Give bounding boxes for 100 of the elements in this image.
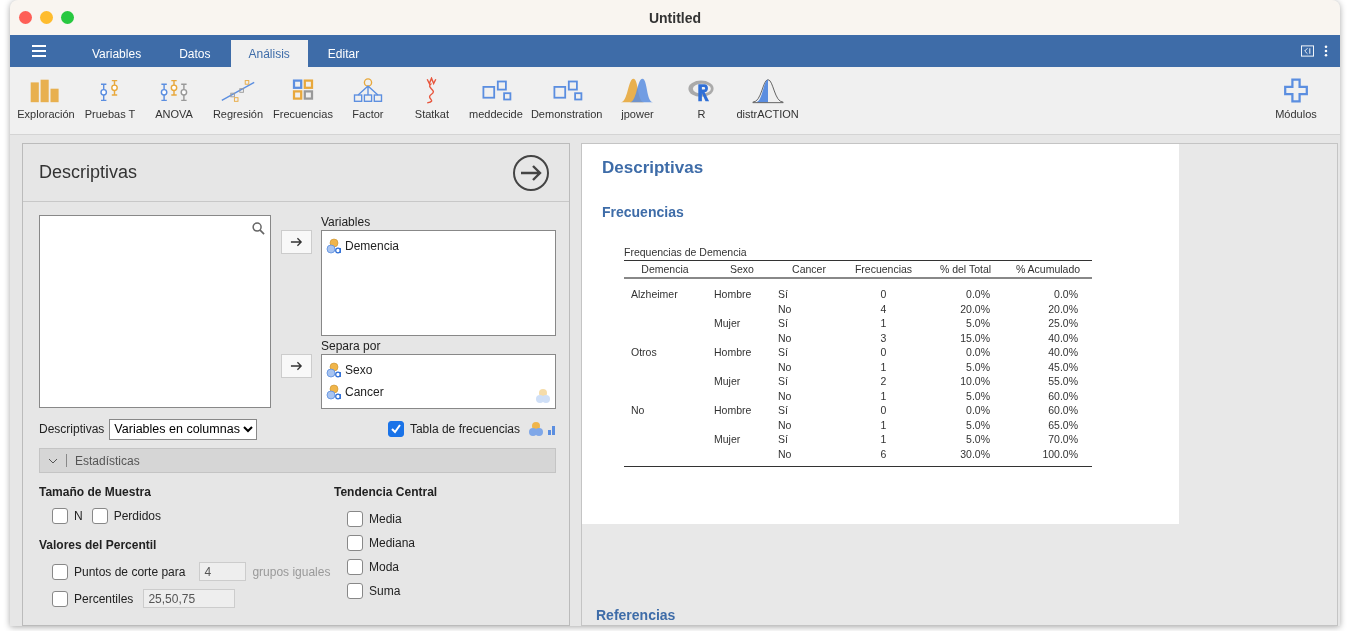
table-cell: 5.0%: [966, 418, 990, 431]
table-cell: 1: [880, 418, 887, 431]
checkbox[interactable]: [347, 559, 363, 575]
table-cell: 2: [880, 375, 887, 388]
variables-icon: [528, 421, 544, 437]
toolbar-button[interactable]: Factor: [335, 77, 400, 120]
table-cell: 0: [880, 404, 887, 417]
table-cell: 25.0%: [1048, 317, 1078, 330]
table-cell: 5.0%: [966, 389, 990, 402]
checkbox-label: Suma: [369, 584, 401, 598]
table-cell: No: [778, 360, 792, 373]
checkbox[interactable]: [347, 535, 363, 551]
modules-button[interactable]: Módulos: [1264, 77, 1328, 120]
chevron-icon: [48, 457, 58, 464]
table-cell: 0: [880, 346, 887, 359]
split-by-list[interactable]: Sexo Cancer: [321, 354, 556, 409]
checkbox-label: N: [74, 509, 83, 523]
toolbar-button[interactable]: Demonstration: [527, 77, 606, 120]
table-cell: 60.0%: [1048, 389, 1078, 402]
table-cell: No: [778, 447, 792, 460]
layout-dropdown[interactable]: Variables en columnas: [109, 418, 258, 440]
toolbar-button[interactable]: Frecuencias: [270, 77, 336, 120]
tab[interactable]: Datos: [161, 40, 229, 67]
variables-icon: [535, 388, 551, 404]
column-header: Sexo: [706, 260, 778, 278]
table-cell: Sí: [778, 317, 788, 330]
toolbar-button[interactable]: Pruebas T: [78, 77, 142, 120]
table-cell: No: [631, 404, 645, 417]
table-cell: Mujer: [714, 375, 741, 388]
table-cell: 20.0%: [960, 302, 990, 315]
more-icon[interactable]: [1324, 45, 1328, 57]
table-cell: No: [778, 302, 792, 315]
table-cell: 45.0%: [1048, 360, 1078, 373]
menu-icon[interactable]: [32, 45, 46, 57]
table-cell: 5.0%: [966, 317, 990, 330]
variable-name: Cancer: [345, 385, 384, 399]
nominal-variable-icon: [326, 384, 342, 400]
field-label: Separa por: [321, 339, 382, 354]
checkbox[interactable]: [91, 508, 108, 524]
column-header: Frecuencias: [840, 260, 927, 278]
table-caption: Frequencias de Demencia: [624, 246, 748, 258]
table-cell: Hombre: [714, 346, 752, 359]
toolbar-button[interactable]: R: [669, 77, 734, 120]
checkbox-label: Moda: [369, 560, 400, 574]
arrow-right-icon[interactable]: [512, 153, 550, 192]
toolbar-button[interactable]: Statkat: [399, 77, 464, 120]
variables-list[interactable]: Demencia: [321, 230, 556, 336]
table-cell: 0.0%: [966, 346, 990, 359]
toolbar-button[interactable]: distrACTION: [733, 77, 802, 120]
table-cell: 30.0%: [960, 447, 990, 460]
arrow-right-icon: [290, 237, 303, 247]
table-cell: 40.0%: [1048, 331, 1078, 344]
toolbar-button[interactable]: Exploración: [14, 77, 78, 120]
table-cell: 65.0%: [1048, 418, 1078, 431]
table-cell: Otros: [631, 346, 657, 359]
checkbox-label: Mediana: [369, 536, 416, 550]
column-header: % Acumulado: [1004, 260, 1092, 278]
tab[interactable]: Variables: [74, 40, 160, 67]
field-label: Variables: [321, 215, 372, 230]
table-cell: 1: [880, 389, 887, 402]
close-button[interactable]: [19, 11, 32, 24]
table-cell: Alzheimer: [631, 288, 678, 301]
table-cell: Sí: [778, 404, 788, 417]
tab[interactable]: Análisis: [230, 40, 308, 67]
tab[interactable]: Editar: [309, 40, 378, 67]
checkbox[interactable]: [52, 508, 68, 524]
checkbox-label: Puntos de corte para: [74, 564, 186, 579]
table-cell: 1: [880, 433, 887, 446]
table-cell: 3: [880, 331, 887, 344]
toolbar-button[interactable]: ANOVA: [142, 77, 206, 120]
table-cell: Sí: [778, 346, 788, 359]
group-heading: Tamaño de Muestra: [39, 485, 152, 501]
scatter-line-icon: [220, 77, 256, 104]
results-subtitle: Frecuencias: [602, 204, 684, 220]
move-button[interactable]: [281, 354, 312, 378]
table-cell: 0: [880, 288, 887, 301]
checkbox[interactable]: [52, 563, 68, 580]
checkbox[interactable]: [387, 421, 404, 437]
toolbar-button[interactable]: meddecide: [463, 77, 528, 120]
zoom-button[interactable]: [61, 11, 74, 24]
table-cell: No: [778, 389, 792, 402]
table-cell: 4: [880, 302, 887, 315]
results-title: Descriptivas: [602, 158, 704, 178]
nominal-variable-icon: [326, 238, 342, 254]
table-cell: Hombre: [714, 404, 752, 417]
table-cell: 100.0%: [1042, 447, 1078, 460]
table-cell: 70.0%: [1048, 433, 1078, 446]
section-header[interactable]: Estadísticas: [39, 448, 556, 473]
search-icon[interactable]: [252, 222, 265, 235]
checkbox[interactable]: [52, 590, 68, 607]
toolbar-button[interactable]: jpower: [605, 77, 670, 120]
move-button[interactable]: [281, 230, 312, 254]
layout-label: Descriptivas: [39, 422, 105, 436]
toolbar-button[interactable]: Regresión: [206, 77, 270, 120]
arrow-right-icon: [290, 361, 303, 371]
table-cell: Sí: [778, 288, 788, 301]
checkbox[interactable]: [347, 583, 363, 599]
table-cell: Sí: [778, 433, 788, 446]
checkbox[interactable]: [347, 511, 363, 527]
panel-toggle-icon[interactable]: [1301, 45, 1314, 57]
